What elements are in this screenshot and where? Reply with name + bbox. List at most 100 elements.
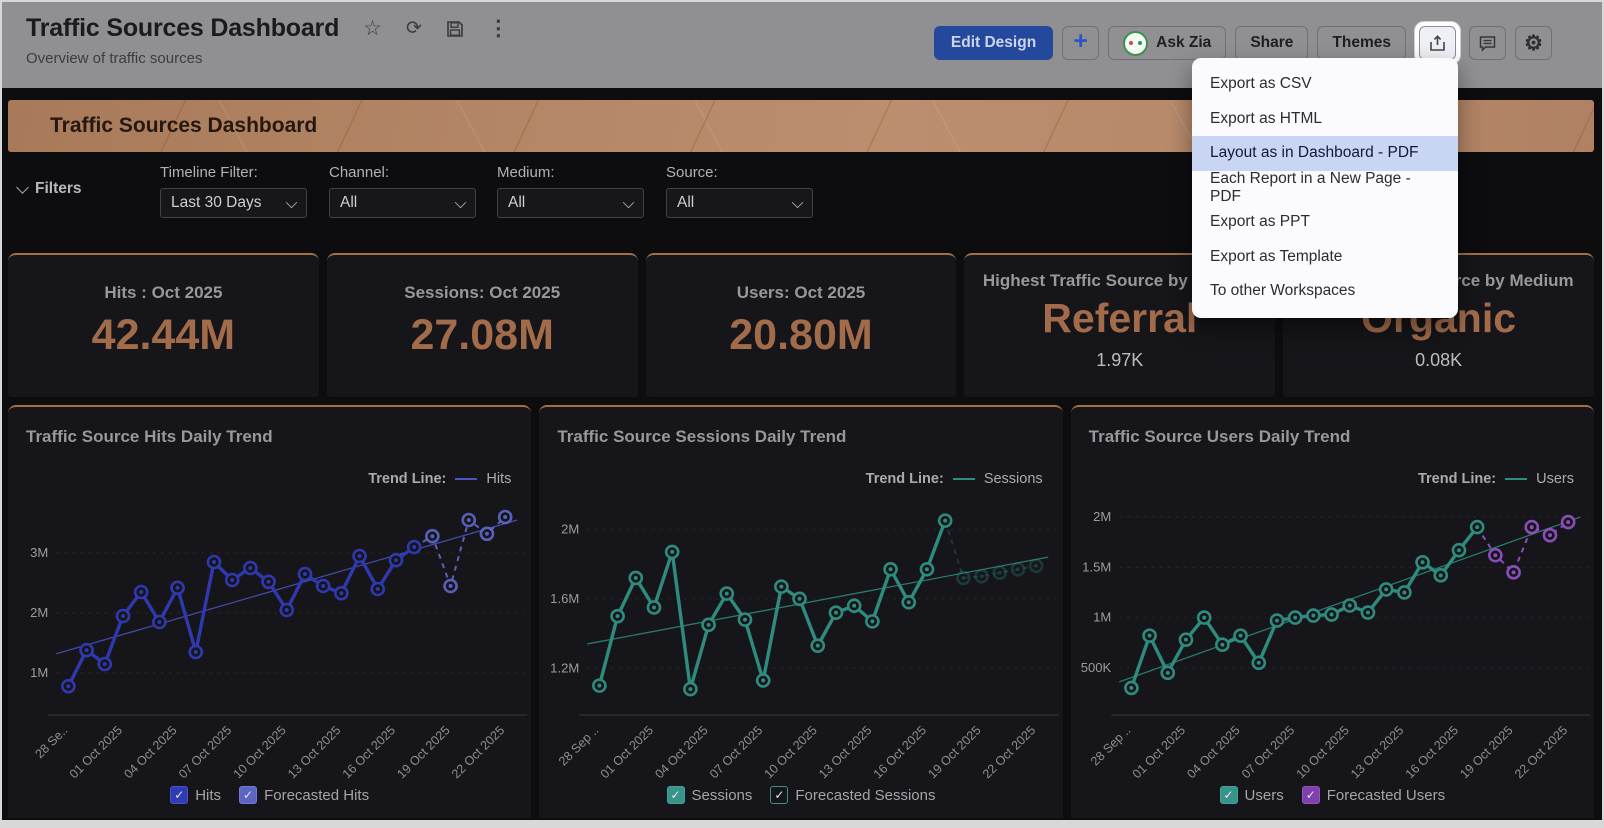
- series-legend: ✓Hits ✓Forecasted Hits: [8, 786, 531, 804]
- app-window: Traffic Sources Dashboard ☆ ⟳ ⋮ Overview…: [0, 0, 1604, 828]
- svg-text:13 Oct 2025: 13 Oct 2025: [1348, 723, 1406, 781]
- page-subtitle: Overview of traffic sources: [26, 50, 509, 67]
- chevron-down-icon: [623, 196, 634, 207]
- svg-text:1M: 1M: [1093, 610, 1111, 625]
- trend-legend: Trend Line: Sessions: [866, 471, 1043, 487]
- svg-text:16 Oct 2025: 16 Oct 2025: [871, 723, 929, 781]
- source-filter: Source: All: [666, 164, 813, 218]
- svg-text:19 Oct 2025: 19 Oct 2025: [394, 723, 452, 781]
- page-title: Traffic Sources Dashboard: [26, 14, 339, 43]
- checkbox-checked-icon: ✓: [170, 786, 188, 804]
- source-filter-select[interactable]: All: [666, 188, 813, 218]
- menu-item-export-csv[interactable]: Export as CSV: [1192, 67, 1458, 102]
- svg-text:3M: 3M: [30, 545, 48, 560]
- menu-item-each-report-pdf[interactable]: Each Report in a New Page - PDF: [1192, 171, 1458, 206]
- kebab-menu-icon[interactable]: ⋮: [488, 18, 509, 39]
- legend-sessions[interactable]: ✓Sessions: [667, 786, 753, 804]
- trend-line-swatch: [455, 478, 477, 481]
- kpi-card-sessions[interactable]: Sessions: Oct 2025 27.08M: [327, 253, 638, 397]
- trend-line-swatch: [953, 478, 975, 481]
- kpi-card-users[interactable]: Users: Oct 2025 20.80M: [646, 253, 957, 397]
- refresh-icon[interactable]: ⟳: [406, 19, 422, 38]
- share-button[interactable]: Share: [1235, 26, 1308, 60]
- svg-text:1.2M: 1.2M: [551, 660, 580, 675]
- checkbox-checked-icon: ✓: [239, 786, 257, 804]
- checkbox-checked-icon: ✓: [667, 786, 685, 804]
- legend-users[interactable]: ✓Users: [1220, 786, 1284, 804]
- chevron-down-icon: [286, 196, 297, 207]
- menu-item-export-template[interactable]: Export as Template: [1192, 240, 1458, 275]
- legend-forecasted-users[interactable]: ✓Forecasted Users: [1302, 786, 1445, 804]
- svg-text:500K: 500K: [1080, 660, 1111, 675]
- timeline-filter-select[interactable]: Last 30 Days: [160, 188, 307, 218]
- menu-item-layout-pdf[interactable]: Layout as in Dashboard - PDF: [1192, 136, 1458, 171]
- star-icon[interactable]: ☆: [363, 18, 382, 39]
- svg-text:07 Oct 2025: 07 Oct 2025: [707, 723, 765, 781]
- zia-icon: [1123, 31, 1148, 56]
- series-legend: ✓Sessions ✓Forecasted Sessions: [539, 786, 1062, 804]
- svg-text:10 Oct 2025: 10 Oct 2025: [762, 723, 820, 781]
- menu-item-export-ppt[interactable]: Export as PPT: [1192, 205, 1458, 240]
- chevron-down-icon: [455, 196, 466, 207]
- svg-text:13 Oct 2025: 13 Oct 2025: [816, 723, 874, 781]
- svg-text:2M: 2M: [561, 521, 579, 536]
- svg-text:1.6M: 1.6M: [551, 591, 580, 606]
- sessions-line-chart[interactable]: 1.2M 1.6M 2M 28 Sep ..01 Oct 202504 Oct 202…: [539, 491, 1062, 791]
- legend-hits[interactable]: ✓Hits: [170, 786, 221, 804]
- svg-text:22 Oct 2025: 22 Oct 2025: [449, 723, 507, 781]
- comment-icon: [1478, 34, 1497, 53]
- settings-button[interactable]: ⚙: [1515, 26, 1552, 60]
- kpi-card-hits[interactable]: Hits : Oct 2025 42.44M: [8, 253, 319, 397]
- svg-text:01 Oct 2025: 01 Oct 2025: [598, 723, 656, 781]
- svg-text:16 Oct 2025: 16 Oct 2025: [1402, 723, 1460, 781]
- trend-legend: Trend Line: Hits: [368, 471, 511, 487]
- trend-line-swatch: [1505, 478, 1527, 481]
- svg-text:07 Oct 2025: 07 Oct 2025: [1239, 723, 1297, 781]
- menu-item-other-workspaces[interactable]: To other Workspaces: [1192, 274, 1458, 309]
- svg-text:19 Oct 2025: 19 Oct 2025: [1457, 723, 1515, 781]
- hits-line-chart[interactable]: 1M2M3M28 Se..01 Oct 202504 Oct 202507 Oc…: [8, 491, 531, 791]
- chart-panel-users: Traffic Source Users Daily Trend Trend L…: [1071, 405, 1594, 818]
- checkbox-checked-icon: ✓: [770, 786, 788, 804]
- svg-text:04 Oct 2025: 04 Oct 2025: [121, 723, 179, 781]
- gear-icon: ⚙: [1524, 31, 1543, 56]
- banner-title: Traffic Sources Dashboard: [8, 114, 317, 138]
- channel-filter: Channel: All: [329, 164, 476, 218]
- series-legend: ✓Users ✓Forecasted Users: [1071, 786, 1594, 804]
- svg-text:22 Oct 2025: 22 Oct 2025: [1512, 723, 1570, 781]
- svg-text:1.5M: 1.5M: [1082, 559, 1111, 574]
- users-line-chart[interactable]: 500K1M1.5M2M28 Sep ..01 Oct 202504 Oct 2…: [1071, 491, 1594, 791]
- chart-panel-hits: Traffic Source Hits Daily Trend Trend Li…: [8, 405, 531, 818]
- export-menu: Export as CSV Export as HTML Layout as i…: [1192, 58, 1458, 318]
- svg-text:2M: 2M: [30, 605, 48, 620]
- menu-item-export-html[interactable]: Export as HTML: [1192, 102, 1458, 137]
- medium-filter-select[interactable]: All: [497, 188, 644, 218]
- channel-filter-select[interactable]: All: [329, 188, 476, 218]
- save-icon[interactable]: [446, 20, 464, 38]
- legend-forecasted-hits[interactable]: ✓Forecasted Hits: [239, 786, 369, 804]
- chevron-down-icon: [16, 181, 29, 194]
- add-button[interactable]: +: [1062, 26, 1099, 60]
- plus-icon: +: [1073, 27, 1088, 56]
- svg-text:10 Oct 2025: 10 Oct 2025: [231, 723, 289, 781]
- charts-row: Traffic Source Hits Daily Trend Trend Li…: [8, 405, 1594, 818]
- export-icon: [1428, 34, 1447, 53]
- themes-button[interactable]: Themes: [1317, 26, 1406, 60]
- trend-legend: Trend Line: Users: [1418, 471, 1574, 487]
- svg-text:19 Oct 2025: 19 Oct 2025: [926, 723, 984, 781]
- filters-toggle[interactable]: Filters: [18, 180, 82, 198]
- edit-design-button[interactable]: Edit Design: [934, 26, 1053, 60]
- checkbox-checked-icon: ✓: [1220, 786, 1238, 804]
- legend-forecasted-sessions[interactable]: ✓Forecasted Sessions: [770, 786, 935, 804]
- svg-text:01 Oct 2025: 01 Oct 2025: [67, 723, 125, 781]
- svg-text:22 Oct 2025: 22 Oct 2025: [980, 723, 1038, 781]
- comments-button[interactable]: [1469, 26, 1506, 60]
- svg-text:04 Oct 2025: 04 Oct 2025: [653, 723, 711, 781]
- svg-text:04 Oct 2025: 04 Oct 2025: [1184, 723, 1242, 781]
- svg-text:28 Sep ..: 28 Sep ..: [556, 723, 602, 768]
- chevron-down-icon: [792, 196, 803, 207]
- checkbox-checked-icon: ✓: [1302, 786, 1320, 804]
- export-button[interactable]: [1419, 26, 1456, 60]
- svg-text:10 Oct 2025: 10 Oct 2025: [1293, 723, 1351, 781]
- ask-zia-button[interactable]: Ask Zia: [1108, 26, 1226, 60]
